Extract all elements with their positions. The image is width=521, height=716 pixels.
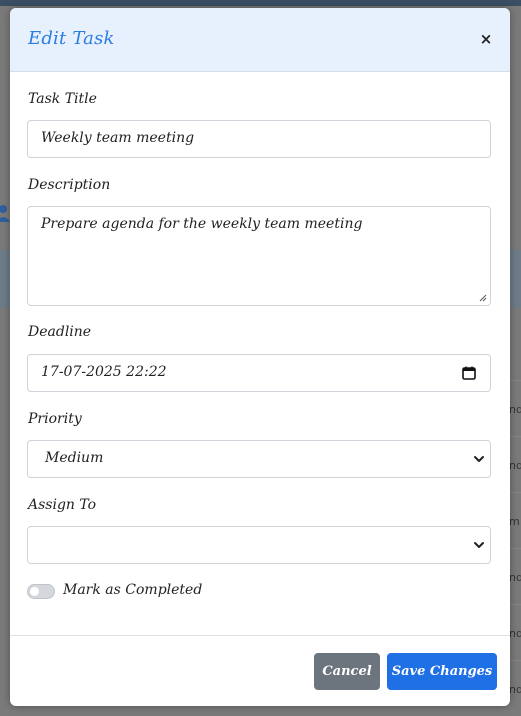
priority-select[interactable]: Medium — [27, 440, 491, 478]
completed-toggle[interactable] — [27, 584, 55, 599]
edit-task-modal: Edit Task × Task Title Weekly team meeti… — [10, 8, 510, 706]
priority-value: Medium — [45, 450, 104, 466]
deadline-label: Deadline — [28, 324, 92, 340]
chevron-down-icon — [474, 456, 484, 462]
toggle-knob — [30, 587, 39, 596]
deadline-input[interactable]: 17-07-2025 22:22 — [27, 354, 491, 392]
user-icon — [0, 205, 10, 222]
calendar-icon[interactable] — [462, 366, 476, 380]
modal-title: Edit Task — [28, 28, 115, 49]
description-textarea[interactable]: Prepare agenda for the weekly team meeti… — [27, 206, 491, 306]
background-row-text: nd — [509, 403, 521, 416]
deadline-value: 17-07-2025 22:22 — [41, 364, 167, 380]
completed-toggle-label[interactable]: Mark as Completed — [63, 582, 202, 598]
background-row-text: nd — [509, 627, 521, 640]
task-title-label: Task Title — [28, 91, 97, 107]
resize-grip-icon[interactable] — [479, 294, 487, 302]
save-changes-button[interactable]: Save Changes — [387, 653, 497, 690]
background-row-text: nd — [509, 459, 521, 472]
modal-header: Edit Task × — [10, 8, 510, 72]
task-title-input[interactable]: Weekly team meeting — [27, 120, 491, 158]
background-row-text: m — [509, 515, 520, 528]
description-label: Description — [28, 177, 111, 193]
description-value: Prepare agenda for the weekly team meeti… — [41, 216, 363, 232]
background-row-text: nd — [509, 571, 521, 584]
background-topbar — [0, 0, 521, 6]
priority-label: Priority — [28, 411, 82, 427]
task-title-value: Weekly team meeting — [41, 130, 195, 146]
modal-footer: Cancel Save Changes — [10, 635, 510, 706]
background-row-text: nd — [509, 683, 521, 696]
close-icon[interactable]: × — [476, 28, 496, 50]
assign-to-select[interactable] — [27, 526, 491, 564]
cancel-button[interactable]: Cancel — [314, 653, 380, 690]
assign-to-label: Assign To — [28, 497, 97, 513]
chevron-down-icon — [474, 542, 484, 548]
